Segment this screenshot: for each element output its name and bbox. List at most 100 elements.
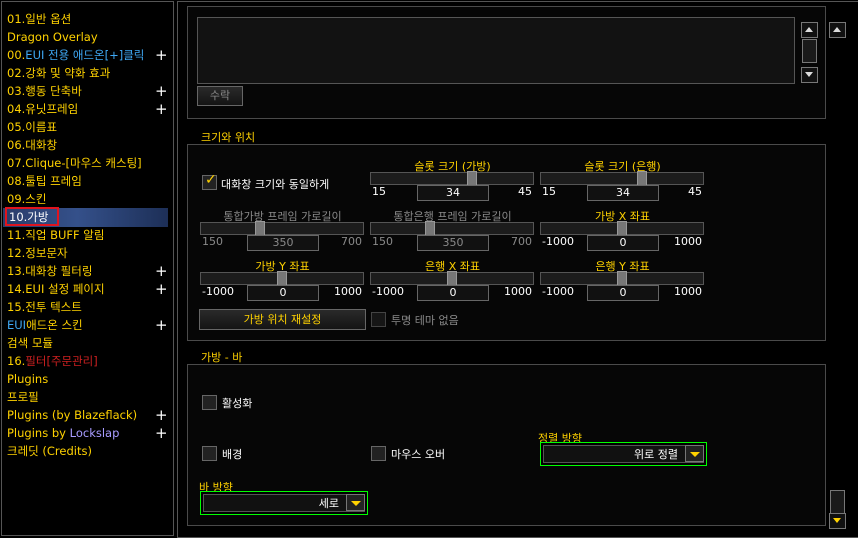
- sidebar-item-nameplates[interactable]: 05.이름표: [7, 119, 57, 136]
- sidebar-item-chat-filter[interactable]: 13.대화창 필터링: [7, 263, 92, 280]
- bar-enable-label: 활성화: [222, 397, 253, 410]
- sidebar-item-plugins[interactable]: Plugins: [7, 371, 48, 388]
- sidebar-item-clique[interactable]: 07.Clique-[마우스 캐스팅]: [7, 155, 142, 172]
- bag-frame-width-max: 700: [341, 235, 362, 248]
- sort-direction-dropdown[interactable]: 위로 정렬: [540, 442, 707, 466]
- sidebar-item-general[interactable]: 01.일반 옵션: [7, 11, 71, 28]
- scroll-up-button[interactable]: [801, 22, 818, 38]
- sidebar-item-label: Lockslap: [69, 426, 120, 440]
- sidebar-item-profiles[interactable]: 프로필: [7, 389, 39, 406]
- chevron-down-icon: [351, 501, 361, 506]
- size-position-title: 크기와 위치: [201, 131, 256, 144]
- expand-addon-skins-icon[interactable]: +: [155, 317, 168, 333]
- dropdown-value: 위로 정렬: [634, 448, 678, 461]
- bar-enable-checkbox[interactable]: [202, 395, 217, 410]
- expand-unitframes-icon[interactable]: +: [155, 101, 168, 117]
- reset-bag-position-button[interactable]: 가방 위치 재설정: [199, 309, 366, 330]
- chevron-down-icon: [805, 72, 813, 77]
- slot-size-bag-max: 45: [518, 185, 532, 198]
- scrollbar-thumb[interactable]: [802, 39, 817, 63]
- sidebar-item-dragon-overlay[interactable]: Dragon Overlay: [7, 29, 98, 46]
- sidebar-item-search[interactable]: 검색 모듈: [7, 335, 53, 352]
- dropdown-toggle-button[interactable]: [346, 494, 365, 511]
- sidebar-item-label: 00.: [7, 48, 26, 62]
- slot-size-bank-value-input[interactable]: 34: [587, 185, 659, 201]
- sidebar-item-plugins-blazeflack[interactable]: Plugins (by Blazeflack): [7, 407, 137, 424]
- sidebar-item-label: 애드온 스킨: [26, 318, 83, 332]
- scroll-down-button[interactable]: [801, 67, 818, 83]
- bank-x-position-min: -1000: [372, 285, 404, 298]
- checkmark-icon: ✓: [205, 172, 217, 188]
- selected-item-outline: [5, 207, 59, 226]
- bag-x-position-value-input[interactable]: 0: [587, 235, 659, 251]
- sidebar-item-actionbars[interactable]: 03.행동 단축바: [7, 83, 82, 100]
- bank-frame-width-max: 700: [511, 235, 532, 248]
- bag-frame-width-min: 150: [202, 235, 223, 248]
- sidebar-item-label: Plugins by: [7, 426, 70, 440]
- bank-y-position-value-input[interactable]: 0: [587, 285, 659, 301]
- sidebar-item-eui-addons[interactable]: 00.EUI 전용 애드온[+]클릭: [7, 47, 144, 64]
- chevron-up-icon: [833, 27, 841, 32]
- accept-button[interactable]: 수락: [197, 86, 243, 106]
- window-scroll-down-button[interactable]: [829, 513, 846, 529]
- expand-eui-addons-icon[interactable]: +: [155, 47, 168, 63]
- bag-x-position-min: -1000: [542, 235, 574, 248]
- sidebar-item-addon-skins[interactable]: EUI애드온 스킨: [7, 317, 83, 334]
- expand-actionbars-icon[interactable]: +: [155, 83, 168, 99]
- bar-direction-dropdown[interactable]: 세로: [200, 491, 368, 515]
- sidebar-item-eui-config[interactable]: 14.EUI 설정 페이지: [7, 281, 105, 298]
- transparent-theme-label: 투명 테마 없음: [391, 314, 459, 327]
- dropdown-toggle-button[interactable]: [685, 445, 704, 462]
- bag-x-position-max: 1000: [674, 235, 702, 248]
- slot-size-bag-value-input[interactable]: 34: [417, 185, 489, 201]
- bank-frame-width-slider[interactable]: [370, 222, 534, 235]
- transparent-theme-checkbox[interactable]: [371, 312, 386, 327]
- sidebar-item-chat[interactable]: 06.대화창: [7, 137, 57, 154]
- bar-mouseover-label: 마우스 오버: [391, 448, 446, 461]
- bank-x-position-value-input[interactable]: 0: [417, 285, 489, 301]
- sidebar-item-label: EUI: [7, 318, 27, 332]
- window-scrollbar-thumb[interactable]: [830, 490, 845, 514]
- bar-background-checkbox[interactable]: [202, 446, 217, 461]
- bag-frame-width-slider[interactable]: [200, 222, 364, 235]
- slot-size-bank-max: 45: [688, 185, 702, 198]
- slot-size-bag-slider[interactable]: [370, 172, 534, 185]
- chevron-up-icon: [805, 27, 813, 32]
- match-chat-size-checkbox[interactable]: ✓: [202, 172, 217, 190]
- sidebar-item-combat-text[interactable]: 15.전투 텍스트: [7, 299, 82, 316]
- sidebar-item-label: 전용 애드온[+]클릭: [44, 48, 145, 62]
- sidebar-item-datatexts[interactable]: 12.정보문자: [7, 245, 68, 262]
- text-input-area[interactable]: [197, 17, 795, 84]
- sidebar-item-skins[interactable]: 09.스킨: [7, 191, 46, 208]
- dropdown-field: [203, 494, 365, 512]
- bag-y-position-value-input[interactable]: 0: [247, 285, 319, 301]
- sidebar-item-unitframes[interactable]: 04.유닛프레임: [7, 101, 78, 118]
- slot-size-bag-min: 15: [372, 185, 386, 198]
- slot-size-bank-slider[interactable]: [540, 172, 704, 185]
- expand-plugins-lockslap-icon[interactable]: +: [155, 425, 168, 441]
- bag-frame-width-value-input[interactable]: 350: [247, 235, 319, 251]
- sidebar-item-plugins-lockslap[interactable]: Plugins by Lockslap: [7, 425, 119, 442]
- bag-bar-title: 가방 - 바: [201, 351, 243, 364]
- bank-y-position-min: -1000: [542, 285, 574, 298]
- expand-plugins-blazeflack-icon[interactable]: +: [155, 407, 168, 423]
- bag-y-position-max: 1000: [334, 285, 362, 298]
- expand-chat-filter-icon[interactable]: +: [155, 263, 168, 279]
- bank-frame-width-value-input[interactable]: 350: [417, 235, 489, 251]
- sidebar-item-label: EUI: [25, 48, 45, 62]
- window-scroll-up-button[interactable]: [829, 22, 846, 38]
- sidebar-item-filters[interactable]: 16.필터[주문관리]: [7, 353, 98, 370]
- slot-size-bank-min: 15: [542, 185, 556, 198]
- sidebar-item-class-buff[interactable]: 11.직업 BUFF 알림: [7, 227, 104, 244]
- bar-background-label: 배경: [222, 448, 243, 461]
- bank-frame-width-min: 150: [372, 235, 393, 248]
- bar-mouseover-checkbox[interactable]: [371, 446, 386, 461]
- expand-eui-config-icon[interactable]: +: [155, 281, 168, 297]
- bank-y-position-max: 1000: [674, 285, 702, 298]
- sidebar-item-auras[interactable]: 02.강화 및 약화 효과: [7, 65, 110, 82]
- sidebar-item-credits[interactable]: 크레딧 (Credits): [7, 443, 92, 460]
- dropdown-field: [543, 445, 704, 463]
- sidebar-item-tooltip[interactable]: 08.툴팁 프레임: [7, 173, 82, 190]
- dropdown-value: 세로: [318, 497, 339, 510]
- bank-x-position-max: 1000: [504, 285, 532, 298]
